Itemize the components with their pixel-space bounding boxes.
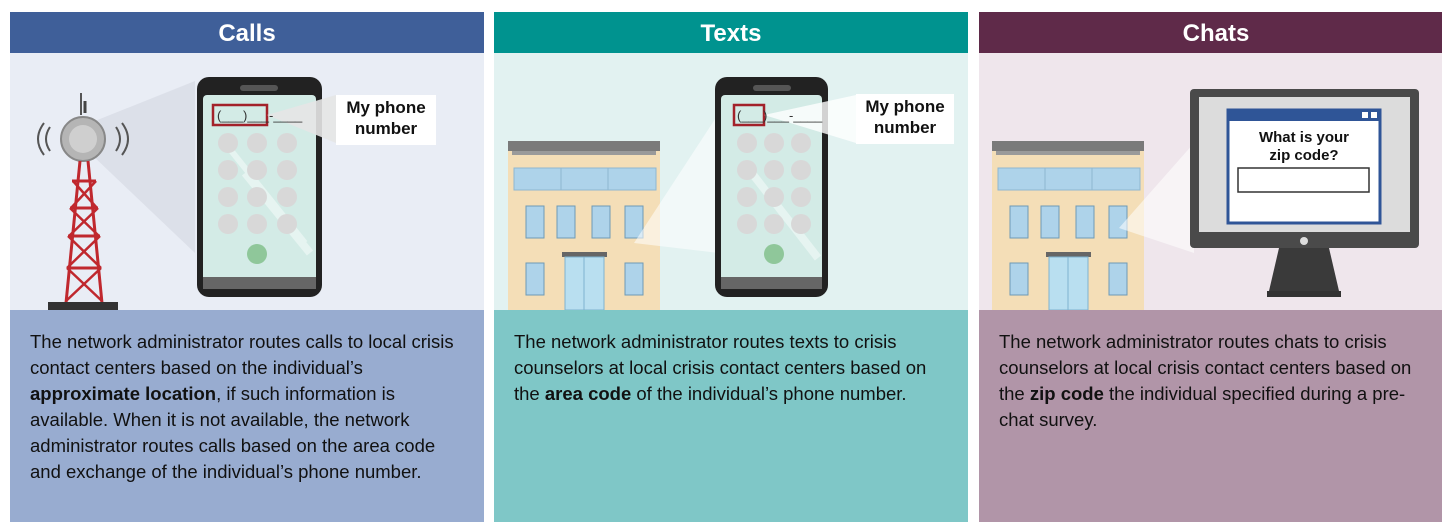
zip-code-question: What is your zip code? [1231,129,1377,165]
my-phone-number-label: My phone number [856,94,954,144]
desc-bold: zip code [1029,383,1104,404]
tag-line-1: My phone [865,97,945,116]
texts-header: Texts [494,12,968,53]
calls-illustration: (___)___-____ My phone number [10,53,484,310]
tag-line-2: number [354,119,418,138]
texts-description: The network administrator routes texts t… [494,310,968,522]
texts-panel: Texts (___)___-____ My phone number The … [494,12,968,522]
phone-number-field: (___)___-____ [217,108,303,123]
calls-header: Calls [10,12,484,53]
phone-number-field: (___)___-____ [737,108,823,123]
desc-bold: area code [544,383,632,404]
chats-illustration: What is your zip code? [979,53,1442,310]
tag-line-1: My phone [346,98,426,117]
desc-text: The network administrator routes calls t… [30,331,454,378]
calls-description: The network administrator routes calls t… [10,310,484,522]
my-phone-number-label: My phone number [336,95,436,145]
chats-panel: Chats What is your zip code? The network… [979,12,1442,522]
chats-header: Chats [979,12,1442,53]
desc-bold: approximate location [30,383,217,404]
question-line-1: What is your [1258,129,1349,146]
texts-illustration: (___)___-____ My phone number [494,53,968,310]
chats-description: The network administrator routes chats t… [979,310,1442,522]
building-icon [992,141,1144,310]
question-line-2: zip code? [1269,147,1339,164]
calls-panel: Calls (___)___-____ My phone number The … [10,12,484,522]
computer-monitor-icon [1190,89,1419,297]
building-icon [508,141,660,310]
tag-line-2: number [873,118,937,137]
desc-text: of the individual’s phone number. [631,383,907,404]
